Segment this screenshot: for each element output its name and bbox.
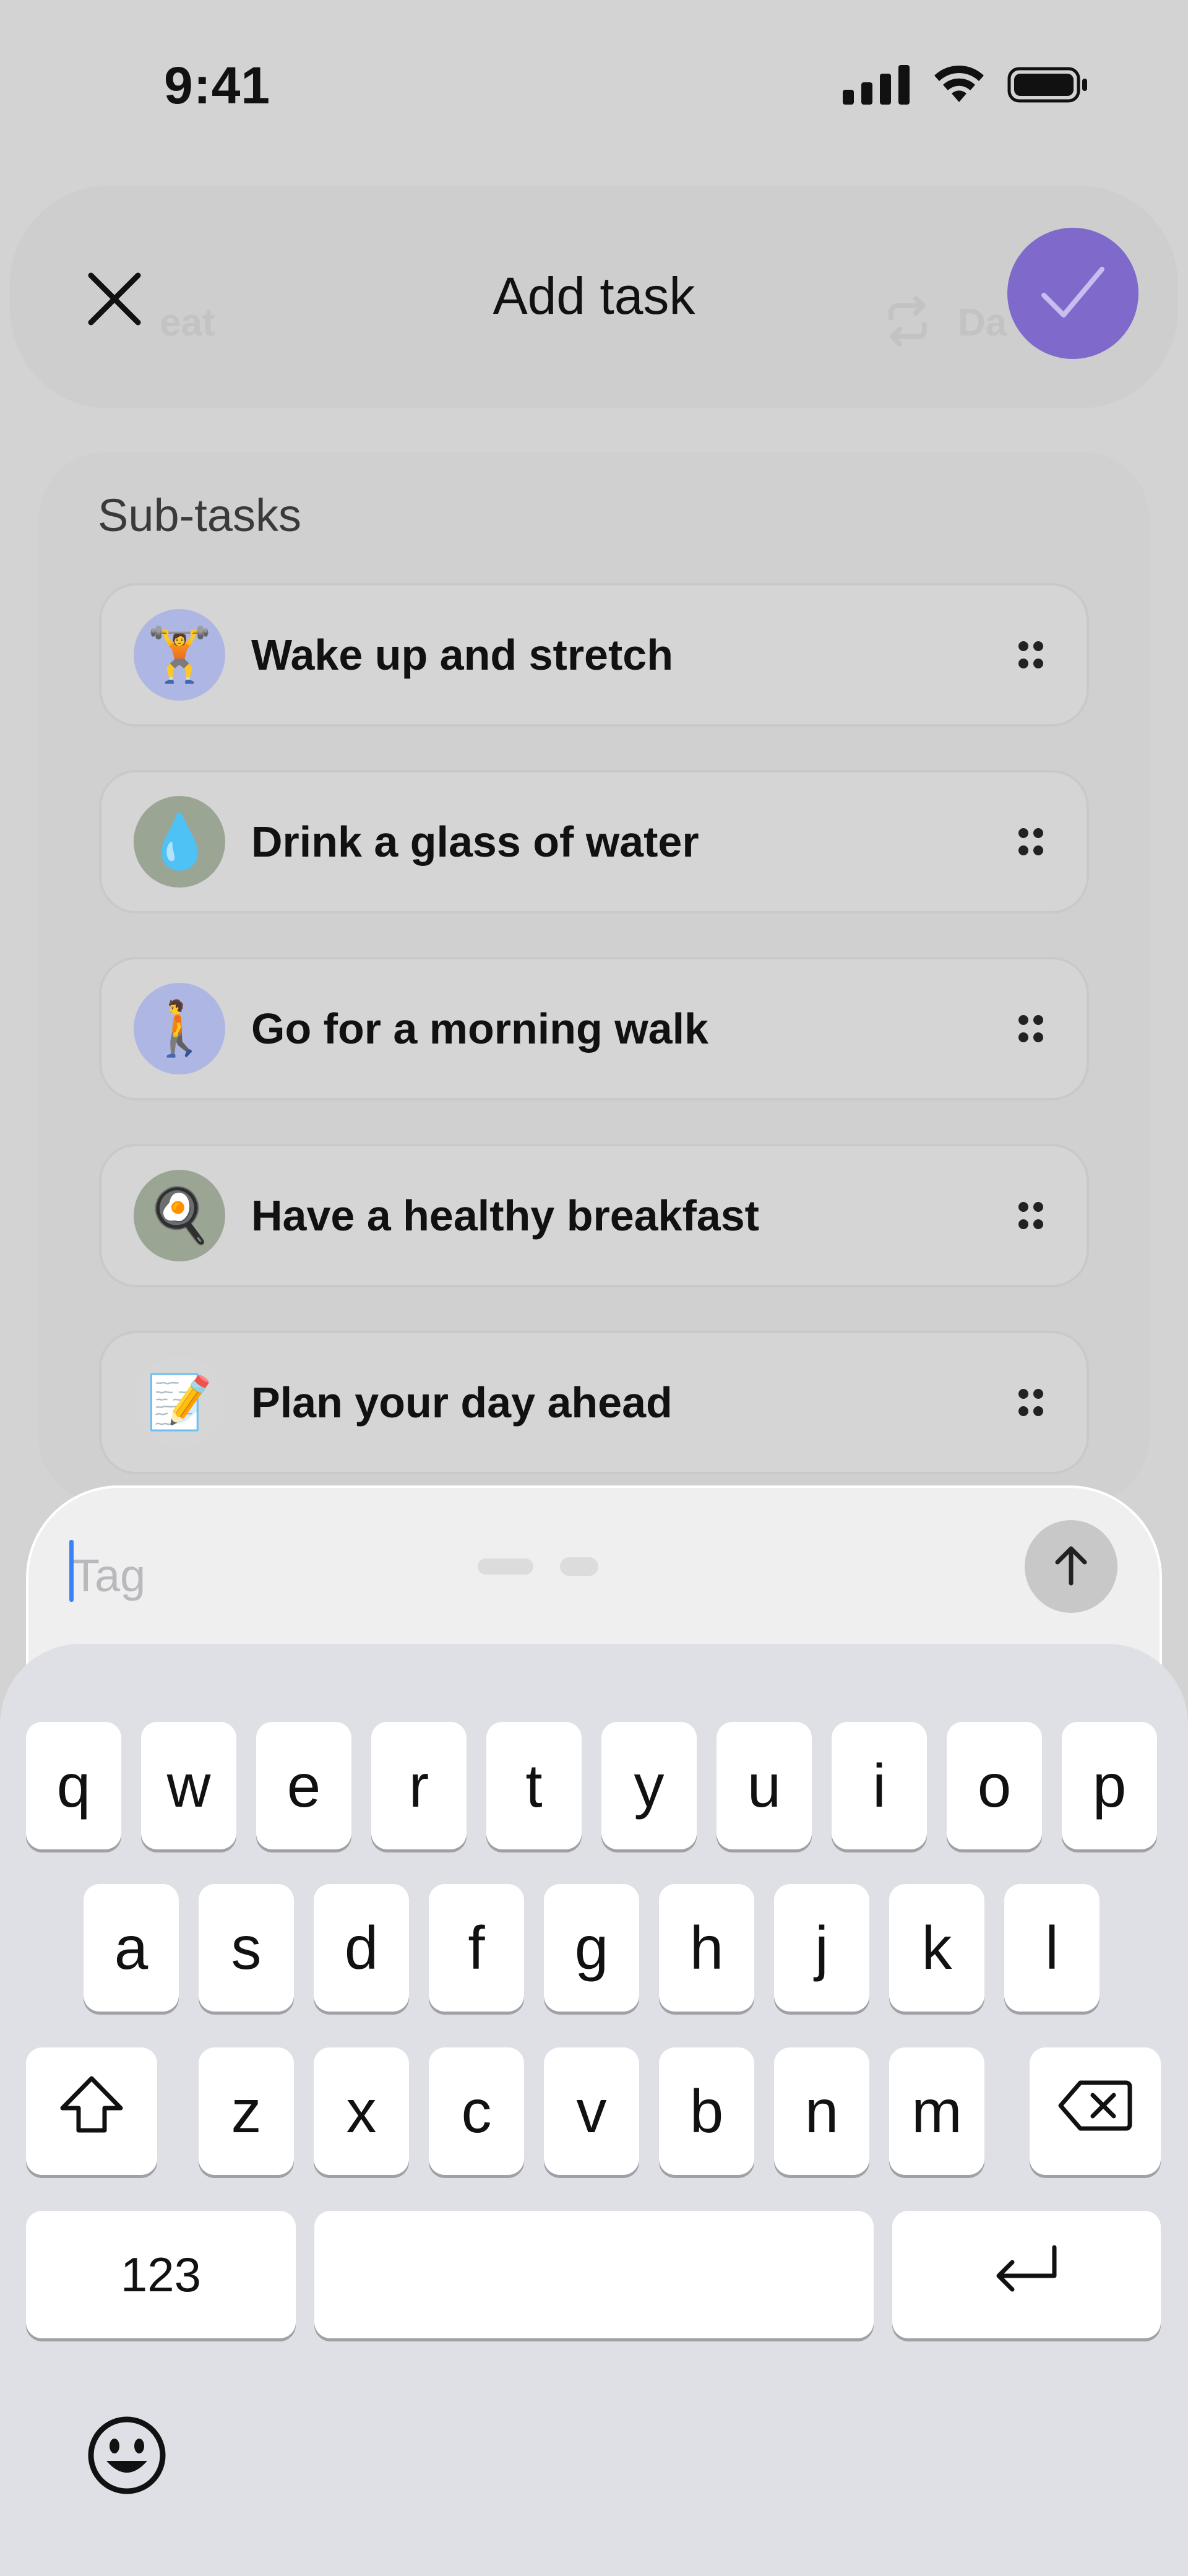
battery-icon [1007,65,1089,108]
drag-handle-icon[interactable] [1018,1389,1043,1416]
frying-pan-emoji-icon: 🍳 [146,1186,213,1245]
subtask-item[interactable]: 📝 Plan your day ahead [99,1331,1089,1474]
subtask-item[interactable]: 💧 Drink a glass of water [99,770,1089,914]
backspace-icon [1058,2077,1132,2146]
status-bar: 9:41 [0,0,1188,173]
emoji-button[interactable] [87,2416,167,2497]
wifi-icon [932,65,986,108]
subtask-label: Have a healthy breakfast [251,1191,759,1240]
subtask-avatar: 🚶 [134,983,225,1074]
key-s[interactable]: s [199,1884,294,2012]
key-z[interactable]: z [199,2047,294,2175]
key-e[interactable]: e [256,1722,351,1849]
key-y[interactable]: y [601,1722,697,1849]
shift-icon [59,2075,124,2148]
key-i[interactable]: i [832,1722,927,1849]
space-key[interactable] [314,2211,874,2338]
arrow-up-icon [1052,1544,1090,1590]
key-a[interactable]: a [84,1884,179,2012]
subtask-avatar: 💧 [134,796,225,888]
key-o[interactable]: o [947,1722,1042,1849]
subtask-item[interactable]: 🏋️ Wake up and stretch [99,583,1089,727]
key-j[interactable]: j [774,1884,869,2012]
subtask-avatar: 📝 [134,1357,225,1448]
subtask-label: Go for a morning walk [251,1005,708,1053]
text-caret [69,1540,74,1602]
key-u[interactable]: u [717,1722,812,1849]
key-x[interactable]: x [314,2047,409,2175]
key-c[interactable]: c [429,2047,524,2175]
key-r[interactable]: r [371,1722,467,1849]
subtask-label: Wake up and stretch [251,631,673,679]
numbers-key[interactable]: 123 [26,2211,296,2338]
key-v[interactable]: v [544,2047,639,2175]
key-l[interactable]: l [1004,1884,1100,2012]
key-n[interactable]: n [774,2047,869,2175]
key-h[interactable]: h [659,1884,754,2012]
drag-handle-icon[interactable] [1018,828,1043,855]
return-key[interactable] [892,2211,1161,2338]
key-d[interactable]: d [314,1884,409,2012]
subtasks-title: Sub-tasks [98,490,302,541]
key-w[interactable]: w [141,1722,236,1849]
subtask-avatar: 🏋️ [134,609,225,701]
confirm-button[interactable] [1007,228,1138,359]
key-m[interactable]: m [889,2047,984,2175]
subtask-label: Drink a glass of water [251,818,699,866]
drag-handle-icon[interactable] [1018,1202,1043,1229]
drag-handle-icon[interactable] [1018,1015,1043,1042]
key-g[interactable]: g [544,1884,639,2012]
status-icons [843,65,1089,108]
weightlifter-emoji-icon: 🏋️ [146,625,213,685]
checkmark-icon [1040,264,1106,323]
key-p[interactable]: p [1062,1722,1157,1849]
smiley-face-icon [87,2415,167,2499]
signal-icon [843,65,911,108]
delete-key[interactable] [1030,2047,1161,2175]
walking-person-emoji-icon: 🚶 [146,999,213,1058]
subtask-avatar: 🍳 [134,1170,225,1261]
key-t[interactable]: t [486,1722,582,1849]
key-q[interactable]: q [26,1722,121,1849]
memo-emoji-icon: 📝 [146,1373,213,1432]
status-time: 9:41 [164,56,271,115]
key-k[interactable]: k [889,1884,984,2012]
subtask-label: Plan your day ahead [251,1378,673,1427]
return-icon [992,2240,1061,2310]
tag-input[interactable] [67,1541,938,1609]
water-drop-emoji-icon: 💧 [146,812,213,871]
key-f[interactable]: f [429,1884,524,2012]
shift-key[interactable] [26,2047,157,2175]
drag-handle-icon[interactable] [1018,641,1043,668]
send-button[interactable] [1025,1520,1117,1613]
key-b[interactable]: b [659,2047,754,2175]
subtask-item[interactable]: 🍳 Have a healthy breakfast [99,1144,1089,1287]
subtask-item[interactable]: 🚶 Go for a morning walk [99,957,1089,1100]
